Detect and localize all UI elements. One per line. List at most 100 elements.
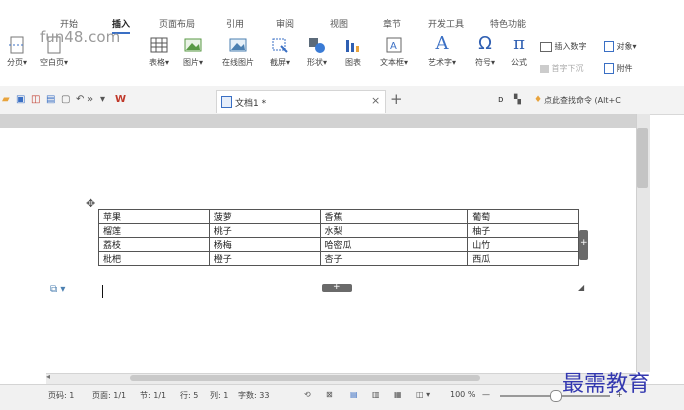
page-break-label: 分页▾ <box>6 58 27 67</box>
chart-label: 图表 <box>345 58 361 67</box>
table-cell[interactable]: 桃子 <box>208 223 321 238</box>
table-cell[interactable]: 山竹 <box>467 237 579 252</box>
status-words: 字数: 33 <box>238 391 270 400</box>
attachment-button[interactable]: 附件 <box>604 63 633 74</box>
scroll-left-icon[interactable]: ◂ <box>46 372 50 381</box>
undo-icon[interactable]: ↶ <box>76 94 84 106</box>
table-row: 荔枝 杨梅 哈密瓜 山竹 <box>98 237 579 252</box>
table-cell[interactable]: 橙子 <box>208 251 321 266</box>
wordart-icon: A <box>435 33 449 54</box>
open-folder-icon[interactable]: ▰ <box>2 94 10 106</box>
document-tab[interactable]: 文档1 * × <box>216 90 386 113</box>
web-view-icon[interactable]: ▥ <box>372 390 380 399</box>
new-tab-icon[interactable]: + <box>390 90 403 108</box>
attachment-label: 附件 <box>616 64 633 73</box>
table-cell[interactable]: 榴莲 <box>98 223 210 238</box>
zoom-level[interactable]: 100 % <box>450 390 475 399</box>
table-cell[interactable]: 枇杷 <box>98 251 210 266</box>
table-button[interactable]: 表格▾ <box>142 36 176 68</box>
text-cursor <box>102 285 103 298</box>
chart-button[interactable]: 图表 <box>336 36 370 68</box>
print-preview-icon[interactable]: ▢ <box>61 94 70 106</box>
ribbon-insert-panel: 分页▾ 空白页▾ 表格▾ 图片▾ 在线图片 截屏▾ 形状▾ 图表 A 文本框▾ … <box>0 28 684 87</box>
table-cell[interactable]: 西瓜 <box>467 251 579 266</box>
drop-cap-button[interactable]: 首字下沉 <box>540 63 584 74</box>
plus-icon: + <box>333 282 341 292</box>
table-cell[interactable]: 葡萄 <box>467 209 579 224</box>
status-section: 节: 1/1 <box>140 391 167 400</box>
outline-view-icon[interactable]: ▦ <box>394 390 402 399</box>
online-picture-icon <box>229 38 247 52</box>
symbol-label: 符号▾ <box>474 58 495 67</box>
textbox-icon: A <box>386 37 402 53</box>
more-icon[interactable]: » <box>87 94 93 106</box>
zoom-out-button[interactable]: — <box>482 390 490 399</box>
tab-chapter[interactable]: 章节 <box>383 17 401 30</box>
tab-references[interactable]: 引用 <box>226 17 244 30</box>
tab-view[interactable]: 视图 <box>330 17 348 30</box>
focus-mode-icon[interactable]: ⊠ <box>326 390 333 399</box>
status-line: 行: 5 <box>180 391 199 400</box>
horizontal-scrollbar-thumb[interactable] <box>130 375 480 381</box>
textbox-label: 文本框▾ <box>379 58 408 67</box>
document-tab-title: 文档1 * <box>235 99 267 109</box>
cloud-icon[interactable]: ᴅ <box>498 94 503 106</box>
wordart-label: 艺术字▾ <box>427 58 456 67</box>
table-cell[interactable]: 杏子 <box>319 251 469 266</box>
chart-icon <box>346 40 359 52</box>
tab-review[interactable]: 审阅 <box>276 17 294 30</box>
close-tab-icon[interactable]: × <box>371 94 380 107</box>
online-picture-button[interactable]: 在线图片 <box>216 36 260 68</box>
table-cell[interactable]: 菠萝 <box>208 209 321 224</box>
drop-cap-icon <box>540 64 549 73</box>
textbox-button[interactable]: A 文本框▾ <box>372 36 416 68</box>
reading-view-icon[interactable]: ◫ ▾ <box>416 390 430 399</box>
table-cell[interactable]: 柚子 <box>467 223 579 238</box>
fruit-table[interactable]: 苹果 菠萝 香蕉 葡萄 榴莲 桃子 水梨 柚子 荔枝 杨梅 哈密瓜 山竹 枇杷 … <box>98 209 579 266</box>
symbol-button[interactable]: Ω 符号▾ <box>470 34 500 68</box>
table-row: 苹果 菠萝 香蕉 葡萄 <box>98 209 579 224</box>
print-icon[interactable]: ▤ <box>46 94 55 106</box>
table-resize-icon[interactable]: ◢ <box>578 283 584 292</box>
formula-button[interactable]: π 公式 <box>504 34 534 68</box>
track-changes-icon[interactable]: ⟲ <box>304 390 311 399</box>
insert-number-button[interactable]: 插入数字 <box>540 41 587 52</box>
object-button[interactable]: 对象▾ <box>604 41 637 52</box>
paste-options-icon[interactable]: ⧉ ▾ <box>50 284 65 295</box>
watermark-top: fun48.com <box>40 28 121 46</box>
picture-button[interactable]: 图片▾ <box>176 36 210 68</box>
picture-label: 图片▾ <box>182 58 203 67</box>
layout-icon[interactable]: ▚ <box>514 94 521 106</box>
save-icon[interactable]: ▣ <box>16 94 25 106</box>
vertical-scrollbar-thumb[interactable] <box>637 128 648 188</box>
insert-number-label: 插入数字 <box>554 42 587 51</box>
formula-icon: π <box>513 33 525 54</box>
export-pdf-icon[interactable]: ◫ <box>31 94 40 106</box>
table-cell[interactable]: 香蕉 <box>319 209 469 224</box>
search-command[interactable]: 点此查找命令 (Alt+C <box>544 95 621 107</box>
wps-logo-icon: W <box>115 94 127 105</box>
plus-icon: + <box>580 238 588 248</box>
shapes-button[interactable]: 形状▾ <box>300 36 334 68</box>
tab-developer[interactable]: 开发工具 <box>428 17 464 30</box>
wordart-button[interactable]: A 艺术字▾ <box>420 34 464 68</box>
table-cell[interactable]: 水梨 <box>319 223 469 238</box>
page-view-icon[interactable]: ▤ <box>350 390 358 399</box>
screenshot-button[interactable]: 截屏▾ <box>264 36 296 68</box>
page-break-button[interactable]: 分页▾ <box>0 36 34 68</box>
table-cell[interactable]: 苹果 <box>98 209 210 224</box>
tab-special-features[interactable]: 特色功能 <box>490 17 526 30</box>
tab-page-layout[interactable]: 页面布局 <box>159 17 195 30</box>
table-move-handle-icon[interactable]: ✥ <box>86 197 95 210</box>
zoom-slider-handle[interactable] <box>550 390 562 402</box>
table-cell[interactable]: 荔枝 <box>98 237 210 252</box>
object-icon <box>604 41 614 52</box>
dropdown-icon[interactable]: ▾ <box>100 94 105 106</box>
add-row-handle[interactable]: + <box>322 282 352 292</box>
screenshot-icon <box>272 38 288 53</box>
table-cell[interactable]: 哈密瓜 <box>319 237 469 252</box>
symbol-icon: Ω <box>478 33 492 54</box>
add-column-handle[interactable]: + <box>579 230 588 260</box>
online-picture-label: 在线图片 <box>222 58 254 67</box>
table-cell[interactable]: 杨梅 <box>208 237 321 252</box>
